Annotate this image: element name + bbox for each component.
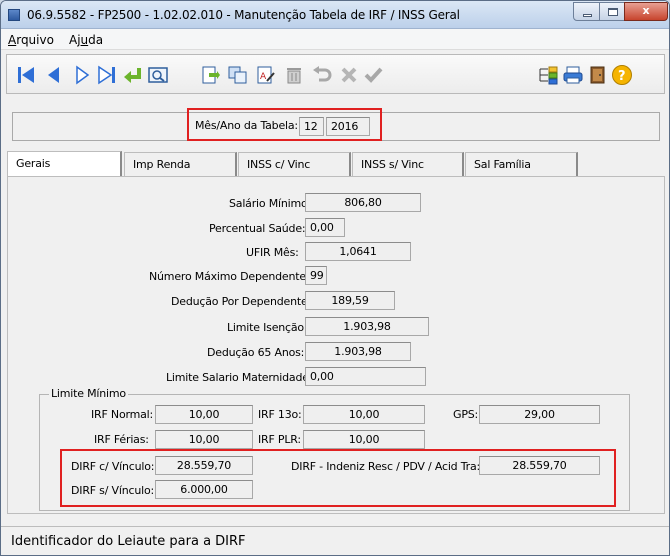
irf-plr-field[interactable]: 10,00 [303,430,425,449]
tree-icon [539,66,558,85]
exit-button[interactable] [587,64,609,86]
irf-ferias-field[interactable]: 10,00 [155,430,253,449]
help-button[interactable]: ? [611,64,633,86]
new-record-button[interactable] [199,64,221,86]
deducao-dependente-label: Dedução Por Dependente: [171,295,312,308]
undo-icon [313,66,332,82]
close-button[interactable]: x [624,2,668,21]
limite-maternidade-field[interactable]: 0,00 [305,367,426,386]
return-button[interactable] [122,64,144,86]
tab-inss-c-vinc[interactable]: INSS c/ Vinc [238,152,351,176]
ufir-field[interactable]: 1,0641 [305,242,411,261]
copy-icon [228,66,247,84]
minimize-button[interactable] [573,2,600,21]
gps-field[interactable]: 29,00 [479,405,600,424]
menu-arquivo-mnemonic: A [8,33,17,47]
print-button[interactable] [562,64,584,86]
last-record-icon [98,65,115,85]
first-record-icon [18,67,34,83]
last-record-button[interactable] [96,64,118,86]
new-record-icon [202,66,220,84]
exit-icon [590,66,605,84]
tab-sal-familia[interactable]: Sal Família [465,152,578,176]
previous-record-icon [48,67,59,83]
irf-normal-field[interactable]: 10,00 [155,405,253,424]
irf-ferias-label: IRF Férias: [94,433,149,446]
confirm-button[interactable] [363,64,385,86]
limite-isencao-field[interactable]: 1.903,98 [305,317,429,336]
salario-minimo-field[interactable]: 806,80 [305,193,421,212]
search-button[interactable] [147,64,169,86]
edit-icon: A [257,66,275,84]
copy-button[interactable] [227,64,249,86]
app-icon [8,9,20,21]
menu-arquivo[interactable]: Arquivo [8,33,54,47]
next-record-button[interactable] [71,64,93,86]
help-icon: ? [612,65,632,85]
search-icon [148,67,168,83]
mes-ano-highlight [187,108,382,141]
status-bar: Identificador do Leiaute para a DIRF [1,526,669,555]
irf-plr-label: IRF PLR: [258,433,301,446]
irf-13-label: IRF 13o: [258,408,302,421]
deducao-65-label: Dedução 65 Anos: [207,346,305,359]
print-icon [563,66,583,84]
salario-minimo-label: Salário Mínimo: [229,197,312,210]
irf-13-field[interactable]: 10,00 [303,405,425,424]
ufir-label: UFIR Mês: [246,246,299,259]
menu-ajuda-mnemonic: u [80,33,89,47]
deducao-dependente-field[interactable]: 189,59 [305,291,395,310]
menu-ajuda-label-end: da [88,33,104,47]
limite-isencao-label: Limite Isenção: [227,321,308,334]
status-text: Identificador do Leiaute para a DIRF [11,534,246,549]
toolbar: A ? [6,54,665,94]
tab-inss-s-vinc[interactable]: INSS s/ Vinc [352,152,464,176]
menu-ajuda[interactable]: Ajuda [69,33,103,47]
confirm-icon [364,67,383,83]
edit-button[interactable]: A [255,64,277,86]
gps-label: GPS: [453,408,479,421]
svg-text:A: A [260,72,267,82]
undo-button[interactable] [311,64,333,86]
cancel-button[interactable] [339,64,361,86]
tree-button[interactable] [537,64,559,86]
application-window: 06.9.5582 - FP2500 - 1.02.02.010 - Manut… [0,0,670,556]
delete-button[interactable] [283,64,305,86]
maximize-button[interactable] [599,2,625,21]
percentual-saude-label: Percentual Saúde: [209,222,306,235]
first-record-button[interactable] [15,64,37,86]
num-dependentes-field[interactable]: 99 [305,266,327,285]
limite-maternidade-label: Limite Salario Maternidade: [166,371,313,384]
maximize-icon [608,8,618,16]
tab-imp-renda[interactable]: Imp Renda [124,152,237,176]
menu-arquivo-label: rquivo [16,33,54,47]
menu-ajuda-label-start: Aj [69,33,81,47]
tab-gerais[interactable]: Gerais [7,151,122,177]
previous-record-button[interactable] [43,64,65,86]
delete-icon [287,68,301,84]
deducao-65-field[interactable]: 1.903,98 [305,342,411,361]
cancel-icon [341,67,357,83]
irf-normal-label: IRF Normal: [91,408,154,421]
limite-minimo-title: Limite Mínimo [49,387,128,400]
svg-text:?: ? [618,69,626,84]
num-dependentes-label: Número Máximo Dependentes: [149,270,315,283]
next-record-icon [76,65,90,85]
minimize-icon [583,14,592,17]
return-icon [124,68,141,83]
dirf-highlight [60,449,616,507]
menu-bar: Arquivo Ajuda [1,29,669,50]
title-bar[interactable]: 06.9.5582 - FP2500 - 1.02.02.010 - Manut… [1,1,669,29]
percentual-saude-field[interactable]: 0,00 [305,218,345,237]
close-icon: x [642,4,650,17]
window-title: 06.9.5582 - FP2500 - 1.02.02.010 - Manut… [27,8,460,22]
